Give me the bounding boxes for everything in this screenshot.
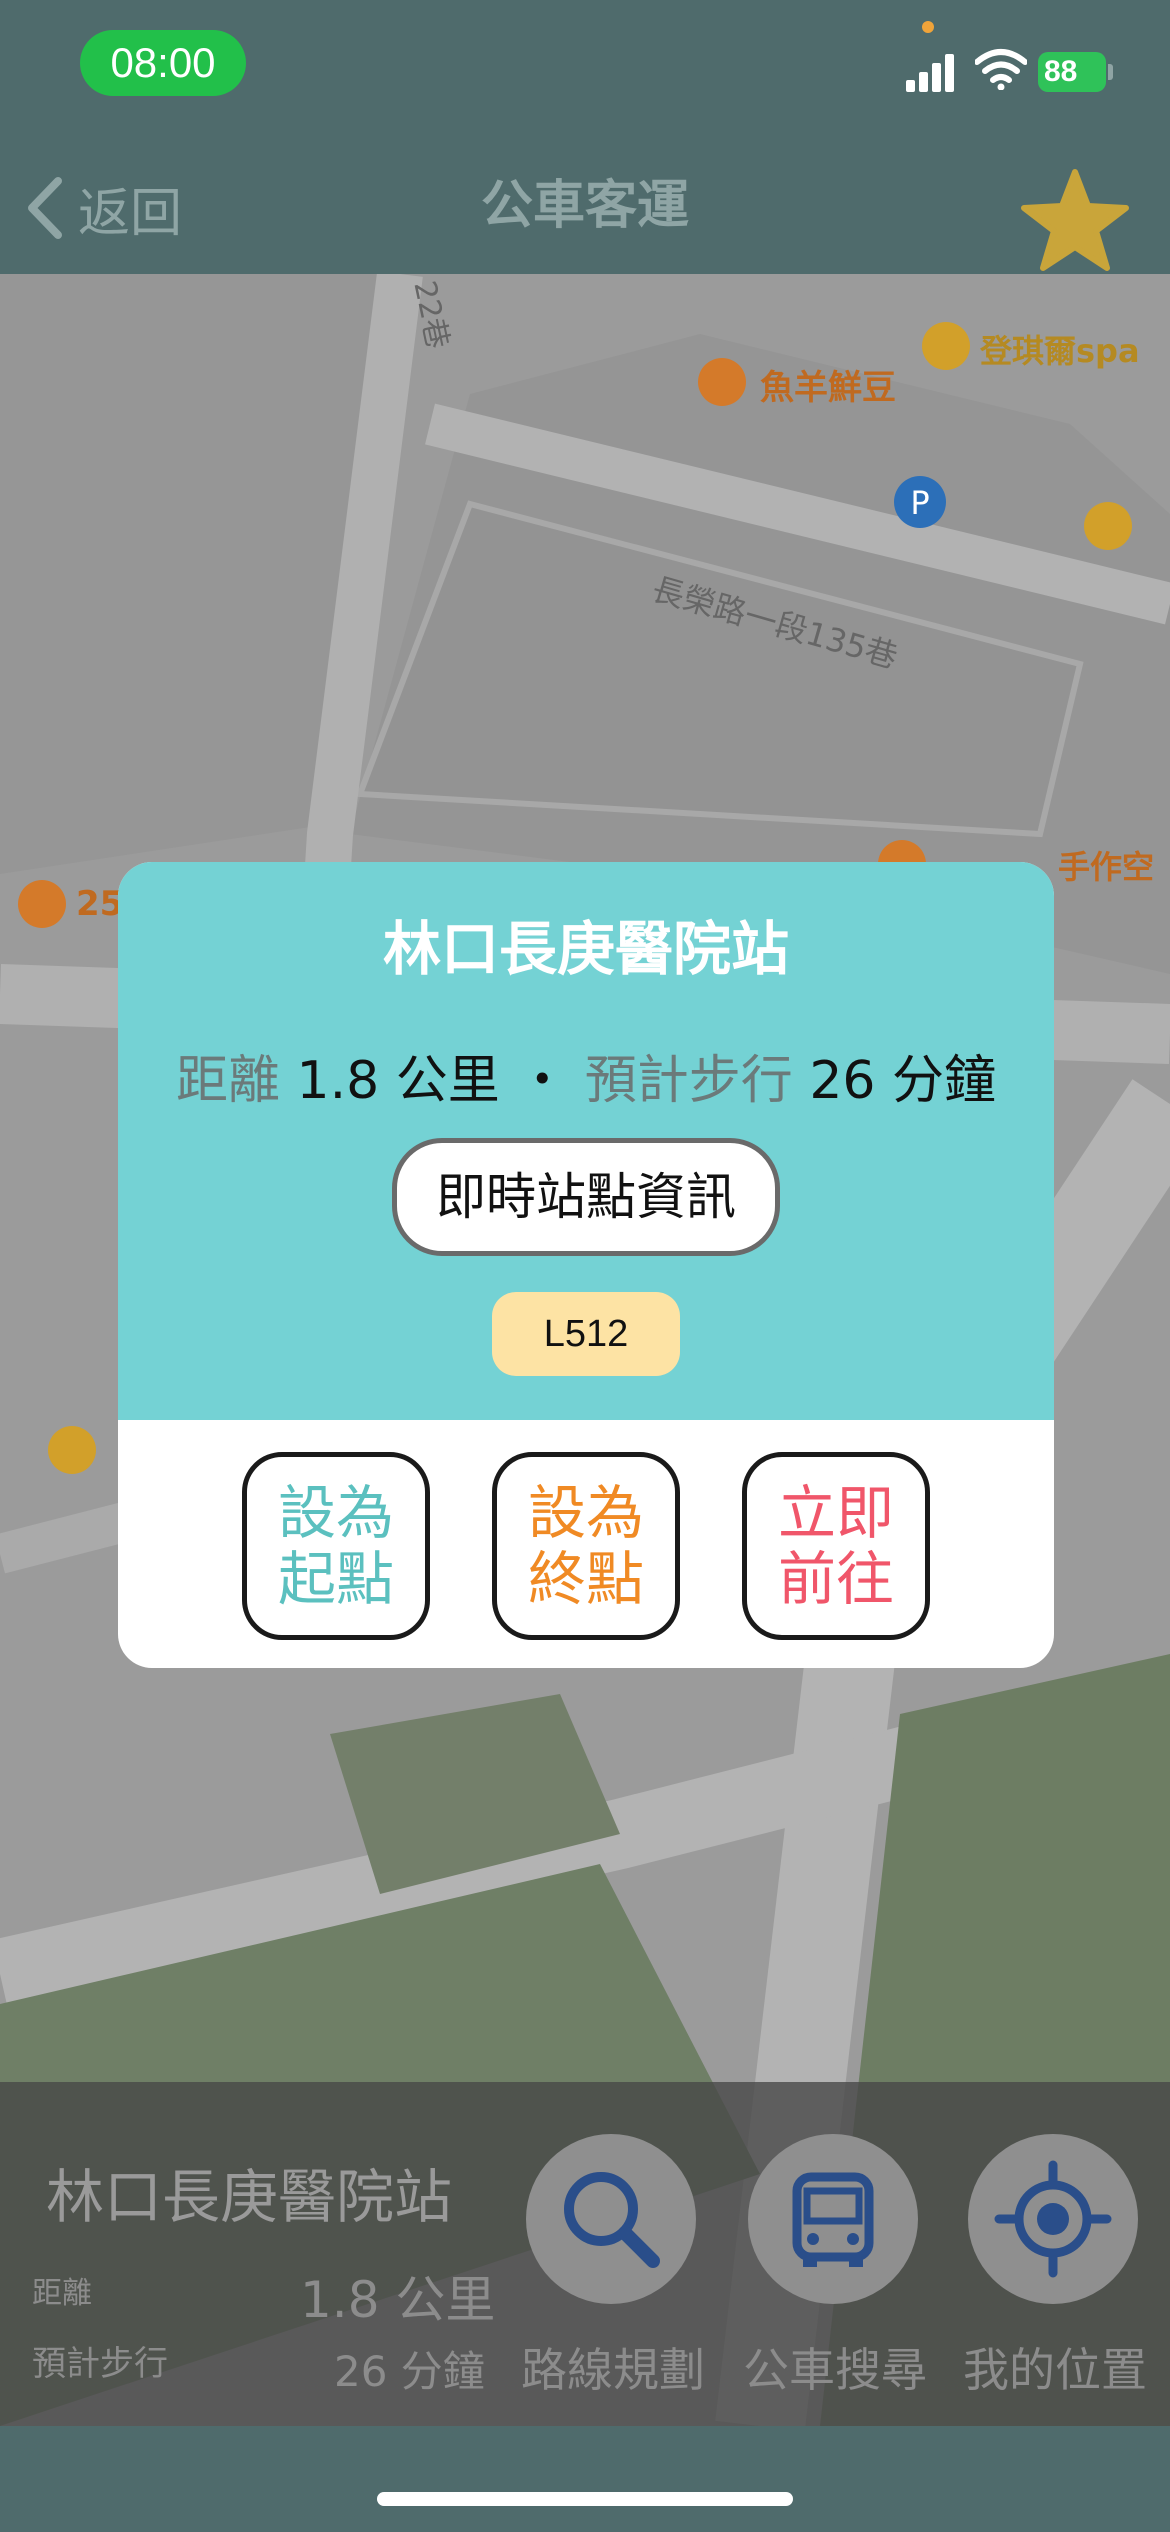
station-modal: 林口長庚醫院站 距離 1.8 公里 ・ 預計步行 26 分鐘 即時站點資訊 L5…: [118, 862, 1054, 1668]
modal-separator: ・: [516, 1051, 569, 1111]
panel-walk-value: 26 分鐘: [334, 2347, 485, 2396]
wifi-icon: [975, 49, 1027, 90]
modal-station-title: 林口長庚醫院站: [382, 915, 789, 983]
favorite-star-icon[interactable]: [1020, 168, 1130, 272]
search-icon: [564, 2172, 660, 2268]
modal-walk-value: 26 分鐘: [809, 1051, 997, 1111]
modal-header: 林口長庚醫院站 距離 1.8 公里 ・ 預計步行 26 分鐘 即時站點資訊 L5…: [118, 862, 1054, 1420]
home-strip: [0, 2426, 1170, 2532]
bus-search-button[interactable]: [748, 2134, 918, 2304]
modal-walk-label: 預計步行: [584, 1051, 793, 1111]
home-indicator[interactable]: [377, 2492, 793, 2506]
modal-distance-value: 1.8 公里: [296, 1051, 500, 1111]
route-tag-l512[interactable]: L512: [492, 1292, 680, 1376]
map-label-partial[interactable]: 25: [76, 884, 123, 924]
clock: 08:00: [80, 30, 246, 96]
back-button[interactable]: 返回: [24, 170, 182, 246]
page-title: 公車客運: [480, 176, 689, 236]
battery-icon: 88: [1038, 52, 1106, 92]
crosshair-icon: [994, 2160, 1112, 2278]
bus-icon: [792, 2172, 874, 2267]
svg-text:P: P: [910, 484, 929, 522]
go-now-button[interactable]: 立即前往: [742, 1452, 930, 1640]
map-label-spa[interactable]: 登琪爾spa: [980, 326, 1140, 372]
map-label-restaurant[interactable]: 魚羊鮮豆: [760, 360, 896, 409]
panel-distance-value: 1.8 公里: [300, 2271, 496, 2329]
set-end-button[interactable]: 設為終點: [492, 1452, 680, 1640]
set-start-label: 設為起點: [277, 1479, 394, 1613]
map-label-handmade[interactable]: 手作空: [1058, 842, 1154, 888]
panel-station-name: 林口長庚醫院站: [46, 2163, 453, 2231]
bus-search-label: 公車搜尋: [743, 2343, 927, 2397]
route-planning-button[interactable]: [526, 2134, 696, 2304]
chevron-left-icon: [28, 177, 62, 239]
realtime-station-info-button[interactable]: 即時站點資訊: [392, 1138, 780, 1256]
route-planning-label: 路線規劃: [521, 2343, 705, 2397]
panel-walk-label: 預計步行: [32, 2344, 168, 2384]
cellular-signal-icon: [906, 52, 956, 92]
panel-distance-label: 距離: [32, 2276, 92, 2311]
privacy-indicator-icon: [922, 21, 934, 33]
modal-distance-info: 距離 1.8 公里 ・ 預計步行 26 分鐘: [118, 1038, 1054, 1113]
set-start-button[interactable]: 設為起點: [242, 1452, 430, 1640]
back-label: 返回: [78, 183, 183, 244]
battery-cap: [1108, 64, 1113, 80]
modal-distance-label: 距離: [175, 1051, 280, 1111]
go-now-label: 立即前往: [777, 1479, 894, 1613]
my-location-label: 我的位置: [963, 2343, 1147, 2397]
set-end-label: 設為終點: [527, 1479, 644, 1613]
my-location-button[interactable]: [968, 2134, 1138, 2304]
